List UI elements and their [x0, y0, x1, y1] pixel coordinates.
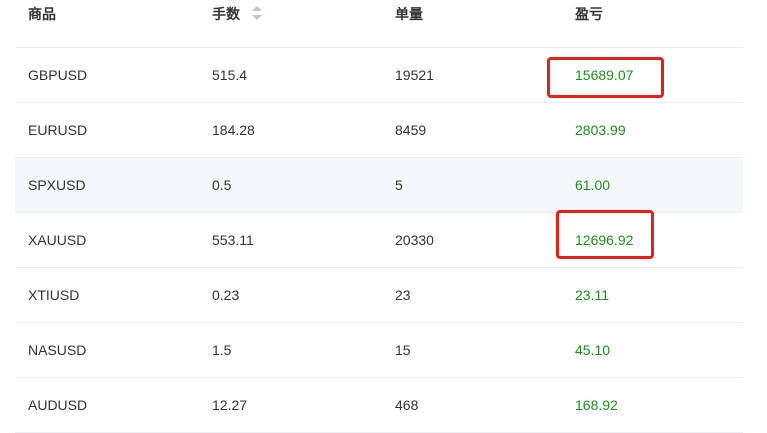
volume-cell: 20330	[395, 232, 434, 248]
product-cell: EURUSD	[28, 122, 88, 138]
product-cell: SPXUSD	[28, 177, 86, 193]
column-header-profit: 盈亏	[575, 6, 603, 22]
table-row: XTIUSD 0.23 23 23.11	[15, 268, 743, 323]
lots-cell: 184.28	[212, 122, 255, 138]
volume-cell: 19521	[395, 67, 434, 83]
table-row: SPXUSD 0.5 5 61.00	[15, 158, 743, 213]
highlight-annotation-box	[556, 210, 654, 259]
lots-cell: 0.23	[212, 287, 240, 303]
lots-cell: 1.5	[212, 342, 232, 358]
column-header-volume: 单量	[395, 6, 423, 22]
profit-cell: 23.11	[575, 287, 609, 303]
product-cell: GBPUSD	[28, 67, 88, 83]
table-row: AUDUSD 12.27 468 168.92	[15, 378, 743, 433]
product-cell: XAUUSD	[28, 232, 87, 248]
profit-cell: 61.00	[575, 177, 611, 193]
table-row: EURUSD 184.28 8459 2803.99	[15, 103, 743, 158]
volume-cell: 23	[395, 287, 411, 303]
column-header-lots[interactable]: 手数	[212, 4, 240, 24]
sort-caret-icon[interactable]	[250, 4, 264, 22]
volume-cell: 5	[395, 177, 403, 193]
profit-cell: 2803.99	[575, 122, 626, 138]
product-cell: AUDUSD	[28, 397, 88, 413]
profit-cell: 168.92	[575, 397, 618, 413]
highlight-annotation-box	[547, 57, 664, 98]
product-cell: XTIUSD	[28, 287, 80, 303]
column-header-product: 商品	[28, 6, 56, 22]
lots-cell: 12.27	[212, 397, 248, 413]
volume-cell: 468	[395, 397, 419, 413]
profit-cell: 45.10	[575, 342, 611, 358]
lots-cell: 553.11	[212, 232, 254, 248]
table-header: 商品 手数 单量 盈亏	[15, 0, 743, 48]
volume-cell: 8459	[395, 122, 427, 138]
lots-cell: 0.5	[212, 177, 232, 193]
lots-cell: 515.4	[212, 67, 248, 83]
table-row: NASUSD 1.5 15 45.10	[15, 323, 743, 378]
product-cell: NASUSD	[28, 342, 87, 358]
volume-cell: 15	[395, 342, 411, 358]
